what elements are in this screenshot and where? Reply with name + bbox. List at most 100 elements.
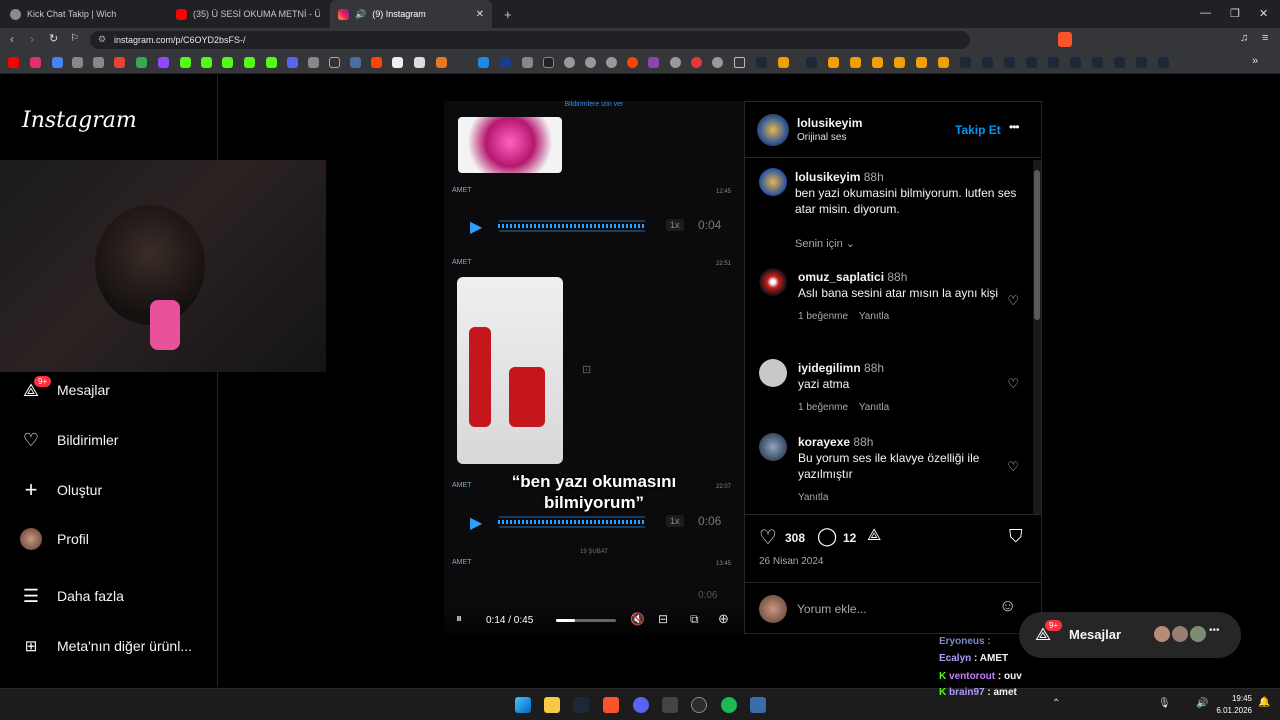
bookmark-icon[interactable] (436, 57, 447, 68)
messages-popup[interactable]: ⟁ 9+ Mesajlar ••• (1019, 612, 1241, 658)
kick-bookmark-icon[interactable] (266, 57, 277, 68)
emoji-icon[interactable]: ☺ (999, 596, 1016, 616)
spotify-icon[interactable] (721, 697, 737, 713)
instagram-logo[interactable]: Instagram (22, 108, 137, 133)
tab-youtube[interactable]: (35) Ü SESİ OKUMA METNİ - Ü Sesi O (168, 0, 328, 28)
discord-icon[interactable] (633, 697, 649, 713)
bookmark-icon[interactable] (52, 57, 63, 68)
brave-shield-icon[interactable] (1058, 32, 1072, 47)
more-contacts-icon[interactable]: ••• (1209, 625, 1220, 636)
follow-button[interactable]: Takip Et (955, 123, 1001, 137)
reply-button[interactable]: Yanıtla (859, 402, 889, 413)
steam-bookmark-icon[interactable] (806, 57, 817, 68)
play-icon[interactable]: ▶ (470, 217, 482, 237)
steam-bookmark-icon[interactable] (1114, 57, 1125, 68)
reply-button[interactable]: Yanıtla (798, 492, 828, 503)
steam-bookmark-icon[interactable] (960, 57, 971, 68)
comment-username[interactable]: korayexe (798, 435, 850, 449)
kick-bookmark-icon[interactable] (180, 57, 191, 68)
tab-instagram[interactable]: 🔊 (9) Instagram ✕ (330, 0, 492, 28)
new-tab-button[interactable]: + (496, 0, 520, 28)
steam-bookmark-icon[interactable] (982, 57, 993, 68)
save-photo-icon[interactable]: ⊡ (582, 363, 591, 376)
like-count[interactable]: 308 (785, 531, 805, 545)
bookmark-icon[interactable] (712, 57, 723, 68)
steam-bookmark-icon[interactable] (1026, 57, 1037, 68)
fullscreen-icon[interactable]: ⊕ (718, 611, 729, 627)
playlist-icon[interactable]: ♫ (1240, 32, 1248, 44)
bookmark-icon[interactable] (606, 57, 617, 68)
bookmark-icon[interactable] (564, 57, 575, 68)
caption-username[interactable]: lolusikeyim (795, 170, 860, 184)
bookmark-icon[interactable] (670, 57, 681, 68)
scrollbar-thumb[interactable] (1034, 170, 1040, 320)
app-icon[interactable] (662, 697, 678, 713)
maximize-icon[interactable]: ❐ (1230, 7, 1240, 20)
post-video[interactable]: Bildirimlere izin ver AMET 12:45 ▶ 1x 0:… (444, 101, 744, 634)
nav-more[interactable]: ☰ Daha fazla (20, 585, 124, 607)
nav-meta-apps[interactable]: ⊞ Meta'nın diğer ürünl... (20, 635, 192, 657)
brave-icon[interactable] (603, 697, 619, 713)
youtube-bookmark-icon[interactable] (8, 57, 19, 68)
more-options-icon[interactable]: ••• (1009, 120, 1020, 134)
bookmark-icon[interactable] (585, 57, 596, 68)
steam-bookmark-icon[interactable] (756, 57, 767, 68)
caption-avatar[interactable] (759, 168, 787, 196)
bookmark-icon[interactable] (414, 57, 425, 68)
tray-chevron-icon[interactable]: ⌃ (1052, 698, 1060, 709)
reload-icon[interactable]: ↻ (49, 32, 58, 45)
nav-profile[interactable]: Profil (20, 528, 89, 550)
kick-bookmark-icon[interactable] (222, 57, 233, 68)
for-you-toggle[interactable]: Senin için ⌄ (795, 237, 855, 250)
minimize-icon[interactable]: — (1200, 7, 1211, 19)
bookmark-icon[interactable] (916, 57, 927, 68)
steam-bookmark-icon[interactable] (1136, 57, 1147, 68)
commenter-avatar[interactable] (759, 433, 787, 461)
volume-icon[interactable]: 🔊 (1196, 698, 1208, 709)
steam-bookmark-icon[interactable] (1004, 57, 1015, 68)
bookmark-icon[interactable] (850, 57, 861, 68)
gmail-bookmark-icon[interactable] (114, 57, 125, 68)
like-comment-icon[interactable]: ♡ (1007, 293, 1019, 309)
tab-kick-chat[interactable]: Kick Chat Takip | Wich (2, 0, 167, 28)
speed-badge[interactable]: 1x (666, 219, 684, 231)
bookmark-icon[interactable] (778, 57, 789, 68)
comment-input[interactable]: Yorum ekle... (797, 602, 997, 616)
bookmark-icon[interactable] (287, 57, 298, 68)
share-icon[interactable]: ⟁ (867, 527, 881, 545)
comment-username[interactable]: iyidegilimn (798, 361, 861, 375)
bookmark-icon[interactable] (308, 57, 319, 68)
forward-icon[interactable]: › (30, 32, 34, 46)
voice-message[interactable]: ▶ 1x 0:06 (458, 501, 730, 543)
voice-message[interactable]: ▶ 1x 0:04 (458, 205, 730, 247)
steam-icon[interactable] (573, 697, 589, 713)
comments-scrollbar[interactable] (1033, 160, 1041, 514)
bookmark-icon[interactable] (93, 57, 104, 68)
bookmark-icon[interactable] (872, 57, 883, 68)
bookmark-icon[interactable] (72, 57, 83, 68)
author-avatar[interactable] (757, 114, 789, 146)
captions-icon[interactable]: ⊟ (658, 612, 668, 626)
comment-likes[interactable]: 1 beğenme (798, 311, 848, 322)
steam-bookmark-icon[interactable] (1048, 57, 1059, 68)
like-comment-icon[interactable]: ♡ (1007, 459, 1019, 475)
bookmark-icon[interactable] (478, 57, 489, 68)
bookmark-icon[interactable] (543, 57, 554, 68)
pip-icon[interactable]: ⧉ (690, 612, 699, 627)
bookmark-icon[interactable] (648, 57, 659, 68)
video-progress-track[interactable] (556, 619, 616, 622)
url-input[interactable]: ⚙ instagram.com/p/C6OYD2bsFS-/ (90, 31, 970, 49)
kick-bookmark-icon[interactable] (201, 57, 212, 68)
bookmark-icon[interactable] (627, 57, 638, 68)
pause-icon[interactable]: ⏸ (456, 611, 462, 626)
reddit-bookmark-icon[interactable] (371, 57, 382, 68)
back-icon[interactable]: ‹ (10, 32, 14, 46)
audio-label[interactable]: Orijinal ses (797, 132, 846, 143)
commenter-avatar[interactable] (759, 359, 787, 387)
clock-date[interactable]: 6.01.2026 (1208, 706, 1252, 715)
bookmark-icon[interactable] (691, 57, 702, 68)
reply-button[interactable]: Yanıtla (859, 311, 889, 322)
x-bookmark-icon[interactable] (329, 57, 340, 68)
obs-icon[interactable] (691, 697, 707, 713)
like-comment-icon[interactable]: ♡ (1007, 376, 1019, 392)
